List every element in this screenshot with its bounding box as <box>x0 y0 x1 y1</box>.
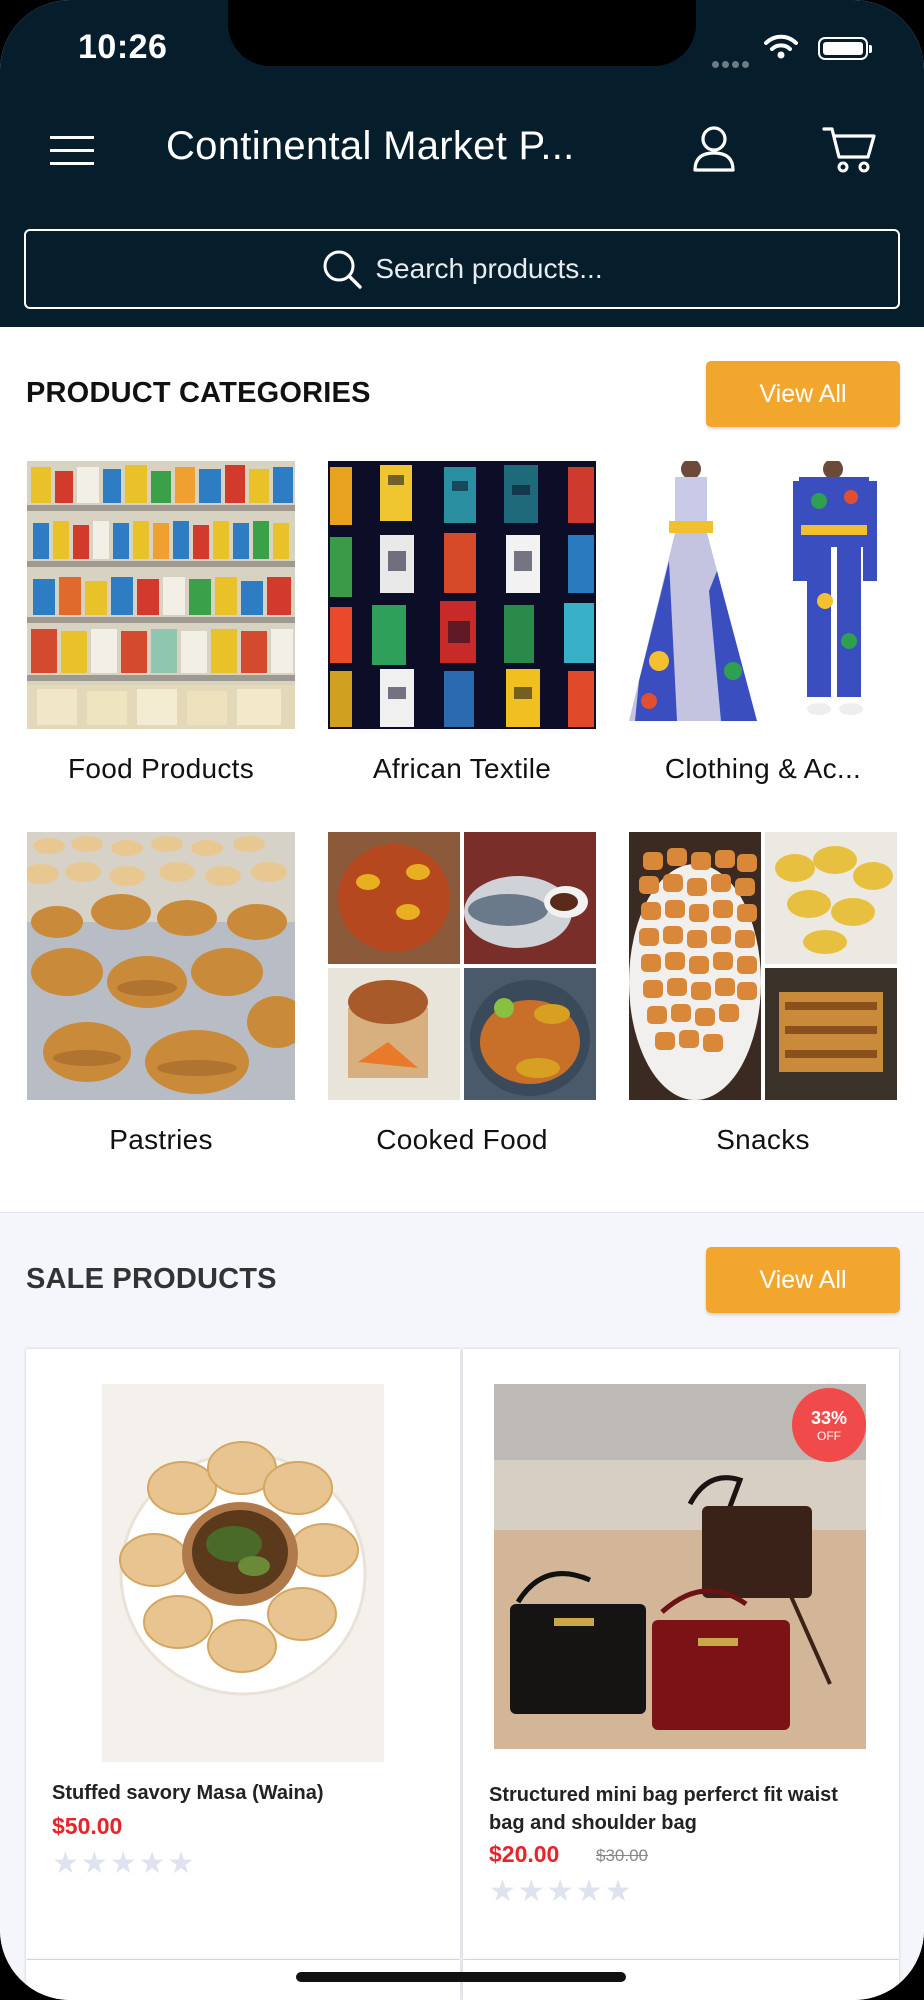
category-image <box>629 832 897 1100</box>
product-old-price: $30.00 <box>596 1846 648 1865</box>
app-header: 10:26 Continental Market P... Search pro… <box>0 0 924 327</box>
product-card-mini-bag[interactable]: 33% OFF Structured mini bag perferct fit… <box>463 1349 899 1959</box>
category-image <box>27 461 295 729</box>
status-time: 10:26 <box>78 28 168 66</box>
product-price: $50.00 <box>52 1813 123 1839</box>
category-label: Pastries <box>109 1124 213 1155</box>
category-label: African Textile <box>372 753 552 784</box>
category-snacks[interactable]: Snacks <box>629 832 897 1156</box>
category-image <box>328 832 596 1100</box>
categories-header: PRODUCT CATEGORIES View All <box>26 361 900 427</box>
category-label: Clothing & Ac... <box>664 753 862 784</box>
home-indicator[interactable] <box>296 1972 626 1982</box>
signal-icon <box>712 55 752 73</box>
device-notch <box>228 0 696 66</box>
product-card-waina[interactable]: Stuffed savory Masa (Waina) $50.00 ★★★★★ <box>26 1349 460 1959</box>
category-pastries[interactable]: Pastries <box>27 832 295 1156</box>
search-placeholder: Search products... <box>375 253 603 284</box>
category-clothing-accessories[interactable]: Clothing & Ac... <box>629 461 897 785</box>
categories-view-all-button[interactable]: View All <box>706 361 900 427</box>
category-cooked-food[interactable]: Cooked Food <box>328 832 596 1156</box>
app-title: Continental Market P... <box>166 124 575 168</box>
sale-view-all-button[interactable]: View All <box>706 1247 900 1313</box>
category-food-products[interactable]: Food Products <box>27 461 295 785</box>
category-label: Food Products <box>68 753 254 784</box>
rating-stars-icon: ★★★★★ <box>489 1875 634 1908</box>
shopping-cart-icon[interactable] <box>822 124 878 174</box>
search-input[interactable]: Search products... <box>24 229 900 309</box>
battery-icon <box>818 37 872 60</box>
category-label: Cooked Food <box>376 1124 548 1155</box>
sale-title: SALE PRODUCTS <box>26 1263 277 1295</box>
product-image: 33% OFF <box>494 1384 866 1749</box>
search-icon <box>323 250 363 289</box>
product-name: Structured mini bag perferct fit waist b… <box>489 1784 838 1834</box>
discount-badge: 33% OFF <box>792 1388 866 1462</box>
category-image <box>629 461 897 729</box>
category-image <box>27 832 295 1100</box>
sale-header: SALE PRODUCTS View All <box>26 1247 900 1313</box>
category-image <box>328 461 596 729</box>
product-price: $20.00 <box>489 1841 560 1867</box>
discount-off-label: OFF <box>817 1428 841 1443</box>
product-name: Stuffed savory Masa (Waina) <box>52 1782 324 1804</box>
category-label: Snacks <box>716 1124 810 1155</box>
categories-title: PRODUCT CATEGORIES <box>26 377 371 409</box>
hamburger-menu-icon[interactable] <box>48 130 98 170</box>
wifi-icon <box>764 34 798 59</box>
app-screen: 10:26 Continental Market P... Search pro… <box>0 0 924 2000</box>
rating-stars-icon: ★★★★★ <box>52 1847 197 1880</box>
user-icon[interactable] <box>690 124 738 174</box>
discount-percent: 33% <box>810 1407 848 1428</box>
category-african-textile[interactable]: African Textile <box>328 461 596 785</box>
product-image <box>102 1384 384 1762</box>
